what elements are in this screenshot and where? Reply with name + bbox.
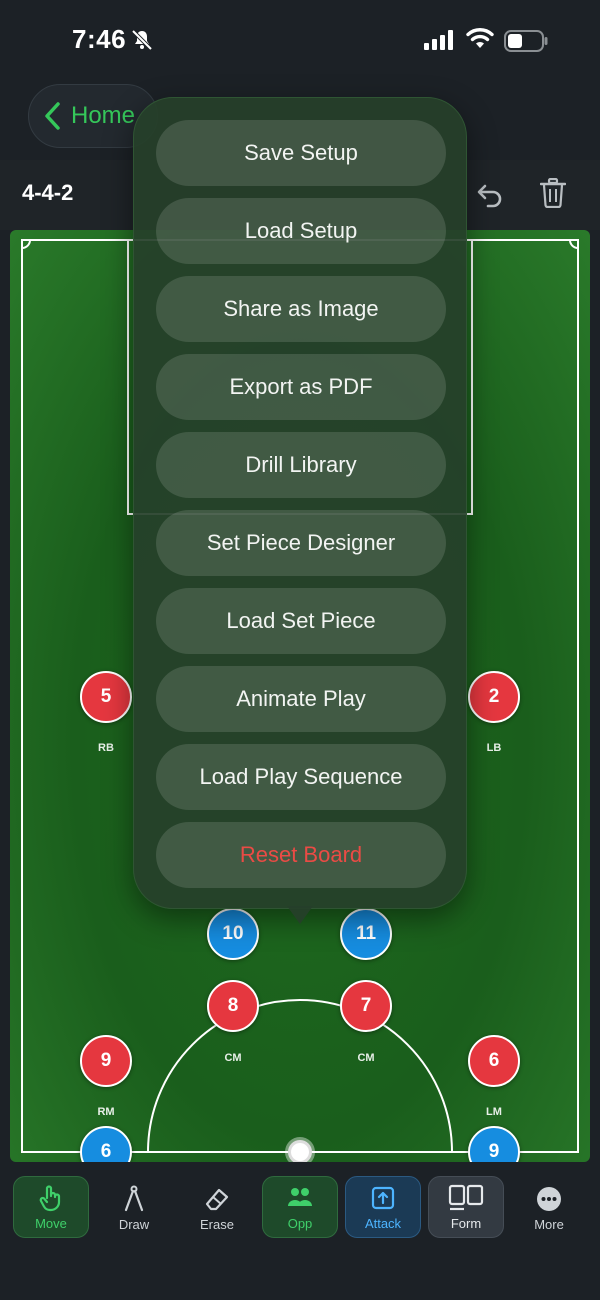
player-position-label: RM — [97, 1106, 115, 1118]
status-bar: 7:46 — [0, 0, 600, 80]
menu-item-reset-board[interactable]: Reset Board — [156, 822, 446, 888]
player-number: 10 — [222, 923, 244, 944]
menu-item-load-setup[interactable]: Load Setup — [156, 198, 446, 264]
tab-opp-label: Opp — [287, 1216, 313, 1231]
battery-icon — [504, 30, 548, 52]
menu-item-save-setup[interactable]: Save Setup — [156, 120, 446, 186]
eraser-icon — [205, 1188, 229, 1211]
player-red-5[interactable]: 5 — [80, 671, 132, 723]
layout-grid-icon — [448, 1184, 484, 1211]
people-icon — [288, 1188, 312, 1206]
player-position-label: LM — [486, 1106, 502, 1118]
player-blue-11[interactable]: 11 — [340, 908, 392, 960]
player-position-label: LB — [486, 742, 502, 754]
tab-more[interactable]: More — [511, 1176, 587, 1238]
player-number: 2 — [488, 686, 500, 707]
bell-muted-icon — [131, 29, 153, 51]
player-position-label: RB — [98, 742, 114, 754]
tab-draw-label: Draw — [118, 1217, 150, 1232]
player-number: 9 — [488, 1141, 500, 1162]
player-number: 8 — [227, 995, 239, 1016]
player-red-7[interactable]: 7 — [340, 980, 392, 1032]
tab-attack[interactable]: Attack — [345, 1176, 421, 1238]
wifi-icon — [466, 28, 494, 48]
tab-erase[interactable]: Erase — [179, 1176, 255, 1238]
player-number: 11 — [355, 923, 377, 944]
menu-item-set-piece-designer[interactable]: Set Piece Designer — [156, 510, 446, 576]
menu-pointer — [287, 906, 313, 924]
menu-item-share-image[interactable]: Share as Image — [156, 276, 446, 342]
player-red-6[interactable]: 6 — [468, 1035, 520, 1087]
player-blue-10[interactable]: 10 — [207, 908, 259, 960]
menu-item-drill-library[interactable]: Drill Library — [156, 432, 446, 498]
player-red-8[interactable]: 8 — [207, 980, 259, 1032]
player-number: 9 — [100, 1050, 112, 1071]
arrow-up-box-icon — [371, 1186, 395, 1210]
player-position-label: CM — [224, 1052, 242, 1064]
menu-item-load-set-piece[interactable]: Load Set Piece — [156, 588, 446, 654]
ball[interactable] — [288, 1140, 312, 1164]
cellular-signal-icon — [424, 30, 453, 50]
trash-icon[interactable] — [540, 178, 566, 208]
tab-move-label: Move — [35, 1216, 67, 1231]
tab-opp[interactable]: Opp — [262, 1176, 338, 1238]
chevron-left-icon — [45, 102, 60, 130]
hand-pointer-icon — [39, 1185, 61, 1212]
actions-menu: Save Setup Load Setup Share as Image Exp… — [133, 97, 467, 909]
menu-item-load-play-sequence[interactable]: Load Play Sequence — [156, 744, 446, 810]
more-dots-icon — [537, 1187, 561, 1211]
tab-attack-label: Attack — [364, 1216, 402, 1231]
player-red-2[interactable]: 2 — [468, 671, 520, 723]
player-number: 7 — [360, 995, 372, 1016]
bottom-tab-bar: Move Draw Erase Opp Attack Form More — [0, 1162, 600, 1300]
tab-form-label: Form — [450, 1216, 482, 1231]
player-position-label: CM — [357, 1052, 375, 1064]
tab-draw[interactable]: Draw — [96, 1176, 172, 1238]
tab-move[interactable]: Move — [13, 1176, 89, 1238]
tab-form[interactable]: Form — [428, 1176, 504, 1238]
player-number: 5 — [100, 686, 112, 707]
player-number: 6 — [488, 1050, 500, 1071]
menu-item-animate-play[interactable]: Animate Play — [156, 666, 446, 732]
tab-erase-label: Erase — [200, 1217, 234, 1232]
undo-icon[interactable] — [476, 180, 504, 208]
tab-more-label: More — [534, 1217, 564, 1232]
home-back-label: Home — [71, 102, 136, 129]
player-red-9[interactable]: 9 — [80, 1035, 132, 1087]
player-number: 6 — [100, 1141, 112, 1162]
formation-label[interactable]: 4-4-2 — [22, 180, 73, 206]
status-time: 7:46 — [72, 24, 127, 54]
menu-item-export-pdf[interactable]: Export as PDF — [156, 354, 446, 420]
compass-draw-icon — [124, 1185, 144, 1212]
